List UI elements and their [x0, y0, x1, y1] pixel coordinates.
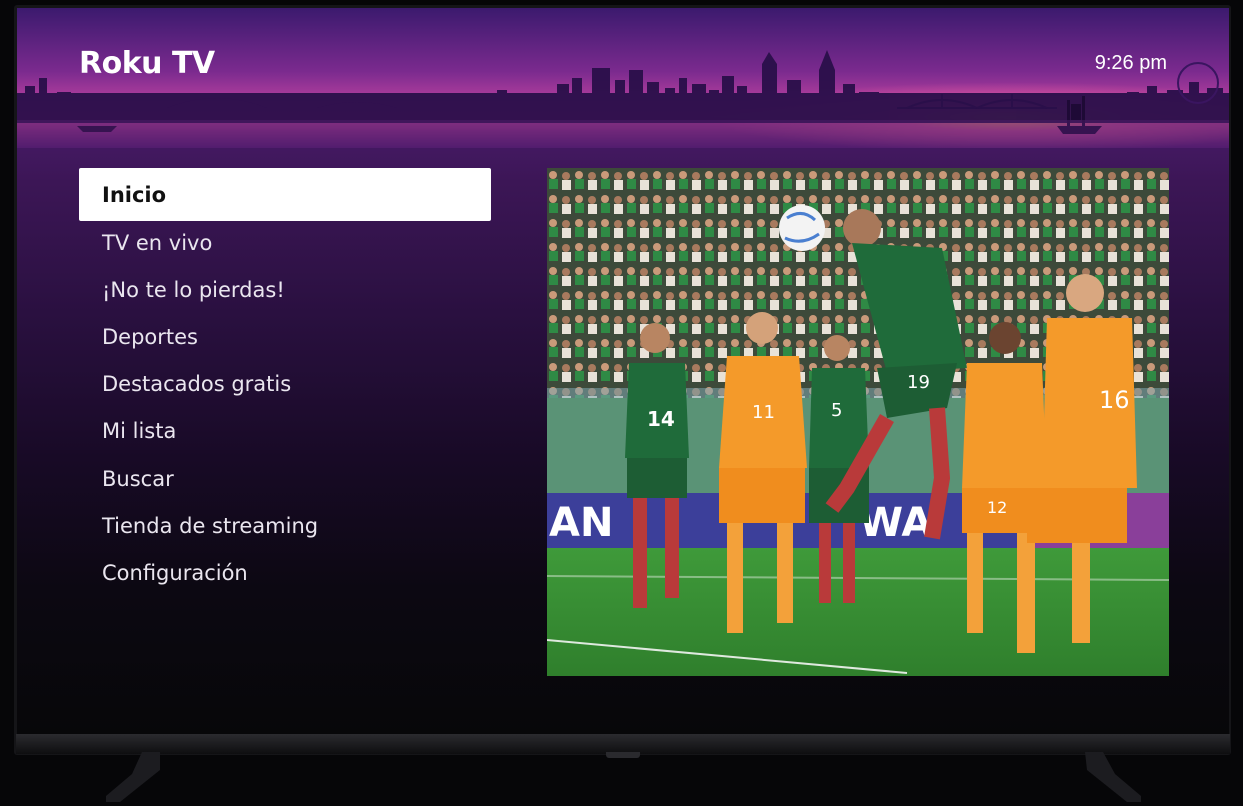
menu-item-label: Mi lista — [102, 419, 177, 444]
svg-text:11: 11 — [752, 402, 775, 423]
menu-item-label: Buscar — [102, 466, 174, 491]
menu-item-inicio[interactable]: Inicio — [79, 168, 491, 221]
menu-item-destacados-gratis[interactable]: Destacados gratis — [79, 361, 491, 408]
featured-preview[interactable]: AN WA 14 11 5 19 12 16 — [547, 168, 1169, 676]
tv-stand-left — [106, 752, 160, 802]
soccer-match-image: AN WA 14 11 5 19 12 16 — [547, 168, 1169, 676]
main-menu: Inicio TV en vivo ¡No te lo pierdas! Dep… — [79, 168, 491, 597]
menu-item-configuracion[interactable]: Configuración — [79, 549, 491, 596]
menu-item-label: Tienda de streaming — [102, 513, 319, 538]
svg-text:5: 5 — [831, 400, 842, 421]
tv-bottom-bar — [16, 734, 1230, 754]
menu-item-label: Destacados gratis — [102, 372, 292, 397]
soccer-ball-icon — [779, 205, 825, 251]
ad-board-right-text: WA — [859, 500, 932, 546]
svg-text:12: 12 — [987, 498, 1007, 517]
menu-item-mi-lista[interactable]: Mi lista — [79, 408, 491, 455]
tv-ir-sensor — [606, 752, 640, 758]
menu-item-label: Configuración — [102, 560, 248, 585]
menu-item-tv-en-vivo[interactable]: TV en vivo — [79, 219, 491, 266]
menu-item-deportes[interactable]: Deportes — [79, 313, 491, 360]
menu-item-label: ¡No te lo pierdas! — [102, 277, 285, 302]
tv-stand-right — [1085, 752, 1141, 802]
svg-text:19: 19 — [907, 372, 930, 393]
menu-item-tienda-de-streaming[interactable]: Tienda de streaming — [79, 502, 491, 549]
svg-text:14: 14 — [647, 407, 675, 431]
menu-item-no-te-lo-pierdas[interactable]: ¡No te lo pierdas! — [79, 266, 491, 313]
menu-item-label: Deportes — [102, 324, 198, 349]
menu-item-buscar[interactable]: Buscar — [79, 455, 491, 502]
svg-text:16: 16 — [1099, 386, 1130, 414]
tv-screen: Roku TV 9:26 pm Inicio TV en vivo ¡No te… — [17, 8, 1229, 734]
ad-board-left-text: AN — [549, 500, 613, 546]
menu-item-label: Inicio — [102, 182, 167, 207]
roku-tv-logo: Roku TV — [79, 46, 215, 81]
clock: 9:26 pm — [1094, 52, 1167, 74]
menu-item-label: TV en vivo — [102, 230, 213, 255]
